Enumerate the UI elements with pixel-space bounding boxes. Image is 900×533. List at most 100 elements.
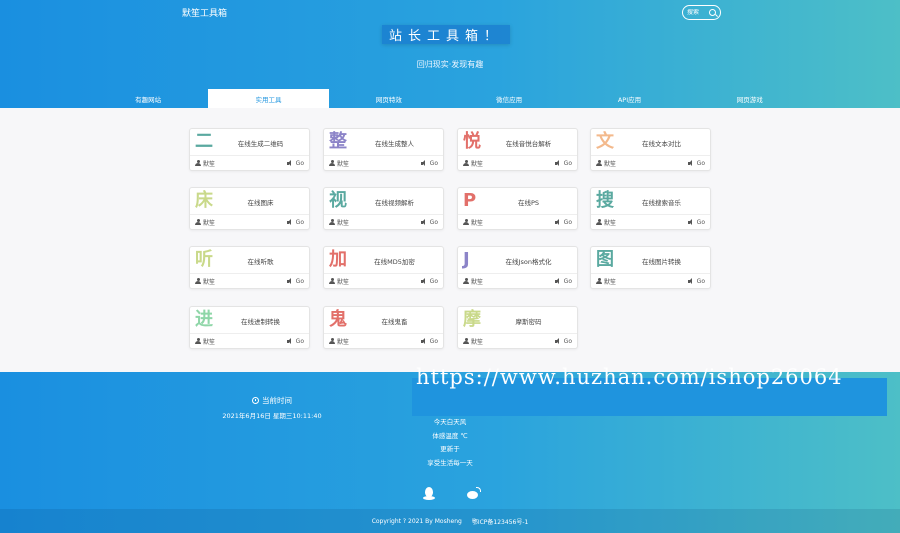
- tab-fun-sites[interactable]: 有趣网站: [88, 89, 208, 108]
- tool-card[interactable]: 悦在线音悦台解析 默笙 Go: [457, 128, 578, 171]
- card-footer: 默笙 Go: [324, 334, 443, 348]
- tool-glyph: 悦: [463, 131, 481, 152]
- go-label: Go: [696, 159, 705, 167]
- tool-glyph: P: [463, 190, 477, 211]
- user-icon: [195, 218, 201, 226]
- tool-title[interactable]: 在线MD5加密: [350, 247, 439, 274]
- tool-author: 默笙: [463, 337, 483, 346]
- tool-card[interactable]: 摩摩斯密码默笙 Go: [457, 306, 578, 349]
- watermark-text: https://www.huzhan.com/ishop26064: [416, 365, 843, 389]
- tool-card[interactable]: 鬼在线鬼畜 默笙 Go: [323, 306, 444, 349]
- card-header: 整在线生成整人: [324, 129, 443, 156]
- tool-title[interactable]: 在线音悦台解析: [484, 129, 573, 156]
- tool-author: 默笙: [463, 218, 483, 227]
- tool-title[interactable]: 摩斯密码: [484, 307, 573, 334]
- user-icon: [195, 159, 201, 167]
- author-name: 默笙: [604, 160, 617, 168]
- tool-author: 默笙: [195, 218, 215, 227]
- tool-title[interactable]: 在线鬼畜: [350, 307, 439, 334]
- author-name: 默笙: [337, 219, 350, 227]
- go-button[interactable]: Go: [687, 218, 705, 226]
- author-name: 默笙: [337, 278, 350, 286]
- tool-title[interactable]: 在线文本对比: [617, 129, 706, 156]
- qq-icon[interactable]: [422, 487, 436, 501]
- go-button[interactable]: Go: [286, 160, 304, 167]
- speaker-icon: [286, 338, 294, 345]
- tool-card[interactable]: 图在线图片转换 默笙 Go: [590, 246, 711, 289]
- current-time-label: 当前时间: [262, 396, 292, 405]
- tool-title[interactable]: 在线进制转换: [216, 307, 305, 334]
- go-button[interactable]: Go: [554, 160, 572, 167]
- tool-author: 默笙: [329, 159, 349, 168]
- tool-card[interactable]: P 在线PS 默笙 Go: [457, 187, 578, 230]
- weibo-icon[interactable]: [466, 487, 481, 501]
- card-header: 视在线视频解析: [324, 188, 443, 215]
- search-input[interactable]: [687, 9, 709, 16]
- speaker-icon: [554, 278, 562, 285]
- tool-title[interactable]: 在线图床: [216, 188, 305, 215]
- tool-title[interactable]: 在线生成整人: [350, 129, 439, 156]
- go-button[interactable]: Go: [286, 278, 304, 285]
- author-name: 默笙: [604, 219, 617, 227]
- tool-card[interactable]: J 在线Json格式化 默笙 Go: [457, 246, 578, 289]
- tool-author: 默笙: [596, 277, 616, 286]
- go-label: Go: [295, 218, 304, 226]
- tab-web-games[interactable]: 网页游戏: [690, 89, 810, 108]
- go-button[interactable]: Go: [420, 278, 438, 285]
- tool-title[interactable]: 在线生成二维码: [216, 129, 305, 156]
- tool-card[interactable]: 进在线进制转换 默笙 Go: [189, 306, 310, 349]
- user-icon: [596, 159, 602, 167]
- go-button[interactable]: Go: [420, 219, 438, 226]
- tab-wechat-apps[interactable]: 微信应用: [449, 89, 569, 108]
- tool-card[interactable]: 文在线文本对比 默笙 Go: [590, 128, 711, 171]
- tool-card[interactable]: 视在线视频解析 默笙 Go: [323, 187, 444, 230]
- icp-link[interactable]: 鄂ICP备123456号-1: [472, 517, 528, 526]
- tool-card[interactable]: 听在线听歌 默笙 Go: [189, 246, 310, 289]
- tool-card[interactable]: 搜在线搜索音乐 默笙 Go: [590, 187, 711, 230]
- tool-card[interactable]: 整在线生成整人默笙 Go: [323, 128, 444, 171]
- tab-api-apps[interactable]: API应用: [569, 89, 689, 108]
- weather-line: 更新于: [440, 445, 460, 453]
- go-button[interactable]: Go: [420, 160, 438, 167]
- user-icon: [329, 218, 335, 226]
- speaker-icon: [286, 278, 294, 285]
- go-button[interactable]: Go: [286, 338, 304, 345]
- tool-glyph: 视: [329, 190, 347, 211]
- search-icon[interactable]: [709, 9, 716, 16]
- speaker-icon: [687, 219, 695, 226]
- go-button[interactable]: Go: [554, 338, 572, 345]
- search-box[interactable]: [682, 5, 721, 20]
- author-name: 默笙: [203, 278, 216, 286]
- tool-card[interactable]: 加在线MD5加密 默笙 Go: [323, 246, 444, 289]
- go-button[interactable]: Go: [554, 219, 572, 226]
- tool-title[interactable]: 在线图片转换: [617, 247, 706, 274]
- tool-card[interactable]: 二在线生成二维码 默笙 Go: [189, 128, 310, 171]
- go-button[interactable]: Go: [420, 338, 438, 345]
- tool-title[interactable]: 在线视频解析: [350, 188, 439, 215]
- go-button[interactable]: Go: [687, 277, 705, 285]
- go-label: Go: [696, 218, 705, 226]
- author-name: 默笙: [471, 160, 484, 168]
- tool-card[interactable]: 床在线图床 默笙 Go: [189, 187, 310, 230]
- speaker-icon: [420, 219, 428, 226]
- author-name: 默笙: [337, 160, 350, 168]
- tool-title[interactable]: 在线听歌: [216, 247, 305, 274]
- tool-title[interactable]: 在线搜索音乐: [617, 188, 706, 215]
- tab-web-effects[interactable]: 网页特效: [329, 89, 449, 108]
- user-icon: [195, 277, 201, 285]
- user-icon: [329, 337, 335, 345]
- card-header: 摩摩斯密码: [458, 307, 577, 334]
- site-brand[interactable]: 默笙工具箱: [182, 6, 227, 19]
- go-label: Go: [696, 277, 705, 285]
- user-icon: [463, 337, 469, 345]
- go-button[interactable]: Go: [286, 218, 304, 226]
- tool-title[interactable]: 在线PS: [484, 188, 573, 215]
- author-name: 默笙: [203, 219, 216, 227]
- tool-title[interactable]: 在线Json格式化: [484, 247, 573, 274]
- author-name: 默笙: [203, 338, 216, 346]
- tab-tools[interactable]: 实用工具: [208, 89, 329, 108]
- go-button[interactable]: Go: [554, 278, 572, 285]
- go-button[interactable]: Go: [687, 159, 705, 167]
- tool-glyph: J: [463, 249, 470, 270]
- tool-glyph: 听: [195, 249, 213, 270]
